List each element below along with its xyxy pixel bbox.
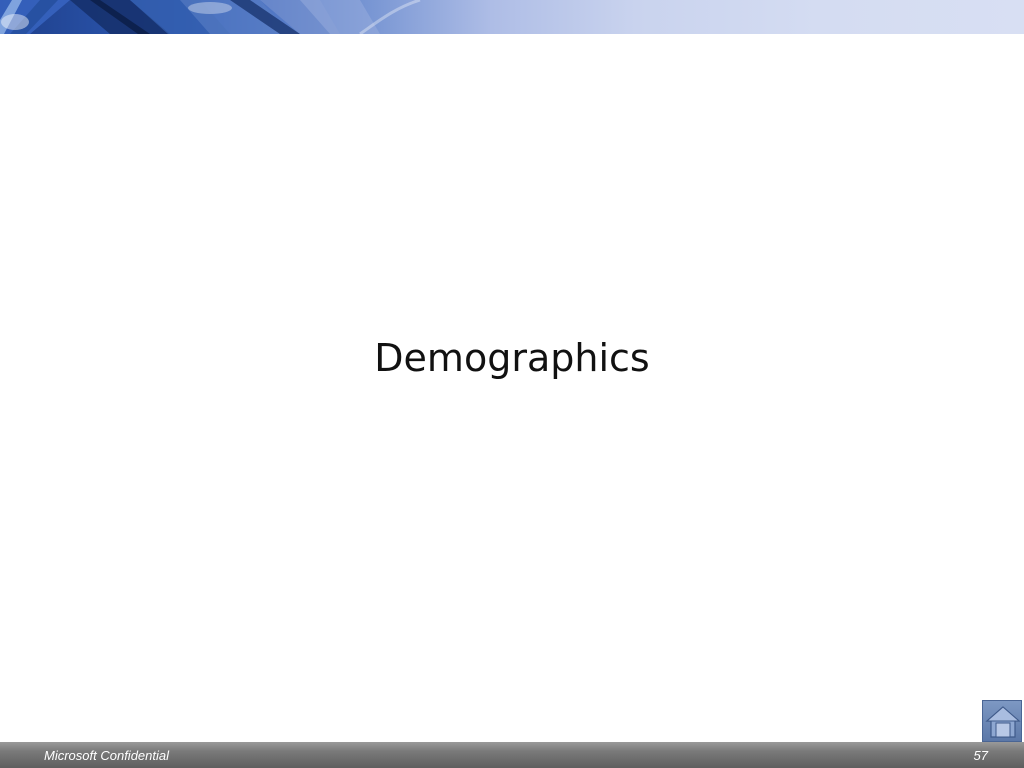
- building-glass-graphic: [0, 0, 421, 34]
- footer-bar: Microsoft Confidential 57: [0, 742, 1024, 768]
- slide-title: Demographics: [374, 336, 650, 380]
- confidential-label: Microsoft Confidential: [44, 748, 169, 763]
- home-icon: [985, 706, 1021, 738]
- slide: Demographics Microsoft Confidential 57: [0, 0, 1024, 768]
- header-banner: [0, 0, 1024, 34]
- home-button[interactable]: [982, 700, 1022, 742]
- page-number: 57: [973, 748, 988, 763]
